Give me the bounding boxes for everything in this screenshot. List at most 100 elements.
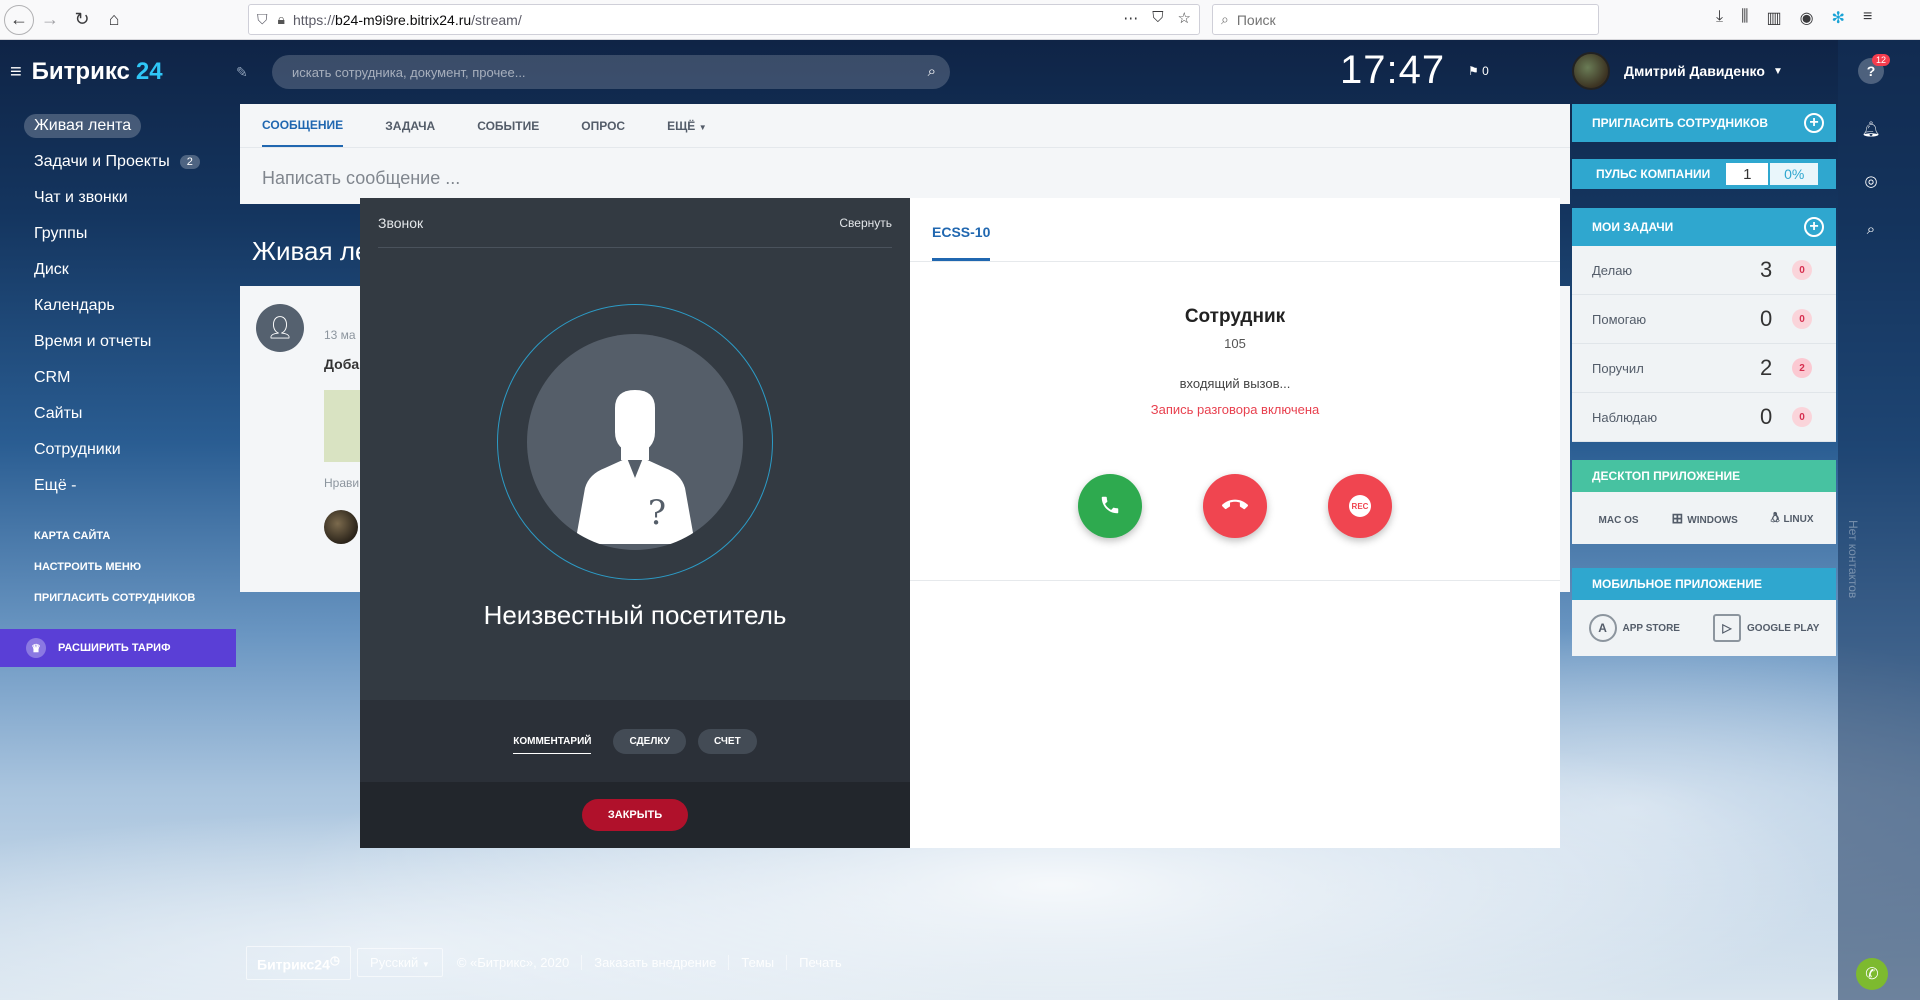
- menu-link-sitemap[interactable]: КАРТА САЙТА: [0, 520, 236, 551]
- hangup-button[interactable]: [1203, 474, 1267, 538]
- search-icon: ⌕: [1221, 11, 1229, 27]
- search-icon[interactable]: ⌕: [1858, 216, 1884, 242]
- url-domain: b24-m9i9re.bitrix24.ru: [334, 11, 472, 28]
- address-bar[interactable]: ⛉ 🔒︎ https://b24-m9i9re.bitrix24.ru/stre…: [248, 4, 1200, 35]
- menu-item-label: Время и отчеты: [34, 333, 152, 350]
- upgrade-tariff-button[interactable]: ♛ РАСШИРИТЬ ТАРИФ: [0, 629, 236, 667]
- my-tasks-header[interactable]: МОИ ЗАДАЧИ +: [1572, 208, 1836, 246]
- search-icon[interactable]: ⌕: [928, 63, 936, 80]
- menu-item-crm[interactable]: CRM: [0, 360, 236, 396]
- app-link-linux[interactable]: 🐧︎ LINUX: [1771, 509, 1814, 528]
- divider: [910, 580, 1560, 581]
- portal-search-placeholder: искать сотрудника, документ, прочее...: [292, 64, 526, 80]
- hangup-icon: [1222, 492, 1248, 521]
- menu-item-groups[interactable]: Группы: [0, 216, 236, 252]
- deal-button[interactable]: СДЕЛКУ: [613, 728, 686, 754]
- answer-button[interactable]: [1078, 474, 1142, 538]
- plus-icon[interactable]: +: [1804, 217, 1824, 237]
- pencil-icon[interactable]: ✎: [236, 64, 248, 81]
- task-badge: 0: [1792, 407, 1812, 427]
- phone-icon: [1099, 494, 1121, 519]
- sidebar-icon[interactable]: ▥: [1766, 8, 1781, 28]
- account-icon[interactable]: ◉: [1800, 8, 1814, 28]
- task-label: Поручил: [1592, 360, 1644, 376]
- tab-message[interactable]: СООБЩЕНИЕ: [262, 104, 344, 147]
- post-image[interactable]: [324, 390, 360, 462]
- browser-search-input[interactable]: ⌕ Поиск: [1212, 4, 1599, 35]
- extension-icon[interactable]: ✻: [1832, 8, 1845, 28]
- avatar: [324, 510, 358, 544]
- close-button[interactable]: ЗАКРЫТЬ: [581, 799, 689, 831]
- phone-icon[interactable]: ✆: [1856, 958, 1888, 990]
- menu-link-invite[interactable]: ПРИГЛАСИТЬ СОТРУДНИКОВ: [0, 582, 236, 613]
- user-menu[interactable]: Дмитрий Давиденко ▼: [1572, 52, 1783, 90]
- user-icon[interactable]: 👤︎: [256, 304, 304, 352]
- tab-ecss[interactable]: ECSS-10: [932, 224, 991, 261]
- footer-brand[interactable]: Битрикс24◷: [246, 946, 352, 980]
- menu-item-time-reports[interactable]: Время и отчеты: [0, 324, 236, 360]
- footer-link-themes[interactable]: Темы: [741, 955, 788, 971]
- home-icon[interactable]: ⌂: [98, 4, 130, 36]
- footer-link-order[interactable]: Заказать внедрение: [594, 955, 730, 971]
- tab-more[interactable]: ЕЩЁ ▼: [667, 119, 707, 133]
- invoice-button[interactable]: СЧЕТ: [697, 728, 757, 754]
- more-icon[interactable]: ⋯: [1123, 9, 1138, 27]
- hamburger-icon[interactable]: ≡: [10, 61, 22, 84]
- forward-icon[interactable]: →: [34, 4, 66, 36]
- reload-icon[interactable]: ↻: [66, 4, 98, 36]
- menu-item-calendar[interactable]: Календарь: [0, 288, 236, 324]
- logo[interactable]: ≡ Битрикс 24: [10, 58, 163, 86]
- tab-task[interactable]: ЗАДАЧА: [385, 119, 435, 133]
- app-link-macos[interactable]: MAC OS: [1595, 510, 1639, 526]
- appstore-icon: A: [1588, 614, 1617, 642]
- task-count: 2: [1760, 355, 1773, 380]
- comment-button[interactable]: КОММЕНТАРИЙ: [513, 729, 592, 754]
- menu-item-live-feed[interactable]: Живая лента: [0, 108, 236, 144]
- download-icon[interactable]: ⤓: [1716, 8, 1723, 28]
- minimize-button[interactable]: Свернуть: [839, 216, 892, 230]
- task-row-helping[interactable]: Помогаю 0 0: [1572, 295, 1836, 344]
- menu-item-more[interactable]: Ещё -: [0, 468, 236, 504]
- clock[interactable]: 17:47: [1340, 48, 1445, 93]
- logo-number: 24: [135, 58, 163, 85]
- copyright: © «Битрикс», 2020: [457, 955, 583, 971]
- footer-link-print[interactable]: Печать: [799, 955, 854, 970]
- task-row-watching[interactable]: Наблюдаю 0 0: [1572, 393, 1836, 442]
- menu-link-configure[interactable]: НАСТРОИТЬ МЕНЮ: [0, 551, 236, 582]
- menu-item-employees[interactable]: Сотрудники: [0, 432, 236, 468]
- pulse-widget: ПУЛЬС КОМПАНИИ 1 0%: [1572, 159, 1836, 189]
- portal-search-input[interactable]: искать сотрудника, документ, прочее... ⌕: [272, 55, 950, 89]
- bookmark-star-icon[interactable]: ☆: [1178, 9, 1191, 27]
- pocket-icon[interactable]: ⛉: [1152, 9, 1163, 27]
- menu-item-label: Сотрудники: [34, 441, 121, 458]
- menu-item-disk[interactable]: Диск: [0, 252, 236, 288]
- tab-poll[interactable]: ОПРОС: [581, 119, 625, 133]
- library-icon[interactable]: ⫼: [1741, 8, 1748, 28]
- menu-item-chat[interactable]: Чат и звонки: [0, 180, 236, 216]
- tasks-count-badge: 2: [179, 155, 200, 169]
- invite-label: ПРИГЛАСИТЬ СОТРУДНИКОВ: [1592, 116, 1769, 130]
- post-title[interactable]: Доба: [324, 356, 359, 372]
- post-composer: СООБЩЕНИЕ ЗАДАЧА СОБЫТИЕ ОПРОС ЕЩЁ ▼ Нап…: [240, 104, 1570, 204]
- app-link-windows[interactable]: ⊞ WINDOWS: [1672, 510, 1738, 527]
- tab-event[interactable]: СОБЫТИЕ: [477, 119, 539, 133]
- bell-icon[interactable]: 🔔︎: [1858, 116, 1884, 142]
- like-label[interactable]: Нрави: [324, 476, 359, 490]
- chat-icon[interactable]: ◎: [1858, 168, 1884, 194]
- record-button[interactable]: REC: [1328, 474, 1392, 538]
- task-row-assigned[interactable]: Поручил 2 2: [1572, 344, 1836, 393]
- back-icon[interactable]: ←: [4, 4, 34, 35]
- menu-icon[interactable]: ≡: [1863, 8, 1872, 28]
- language-select[interactable]: Русский ▼: [357, 948, 443, 978]
- flag-counter[interactable]: ⚑ 0: [1468, 64, 1489, 78]
- upgrade-tariff-label: РАСШИРИТЬ ТАРИФ: [58, 642, 171, 654]
- company-pulse[interactable]: ПУЛЬС КОМПАНИИ 1 0%: [1572, 159, 1836, 189]
- unknown-user-icon: ?: [527, 334, 743, 550]
- task-row-doing[interactable]: Делаю 3 0: [1572, 246, 1836, 295]
- menu-item-tasks[interactable]: Задачи и Проекты 2: [0, 144, 236, 180]
- invite-employees-button[interactable]: ПРИГЛАСИТЬ СОТРУДНИКОВ +: [1572, 104, 1836, 142]
- app-link-googleplay[interactable]: ▷ GOOGLE PLAY: [1713, 614, 1819, 642]
- app-link-appstore[interactable]: A APP STORE: [1588, 614, 1680, 642]
- menu-item-sites[interactable]: Сайты: [0, 396, 236, 432]
- linux-icon: 🐧︎: [1770, 508, 1780, 525]
